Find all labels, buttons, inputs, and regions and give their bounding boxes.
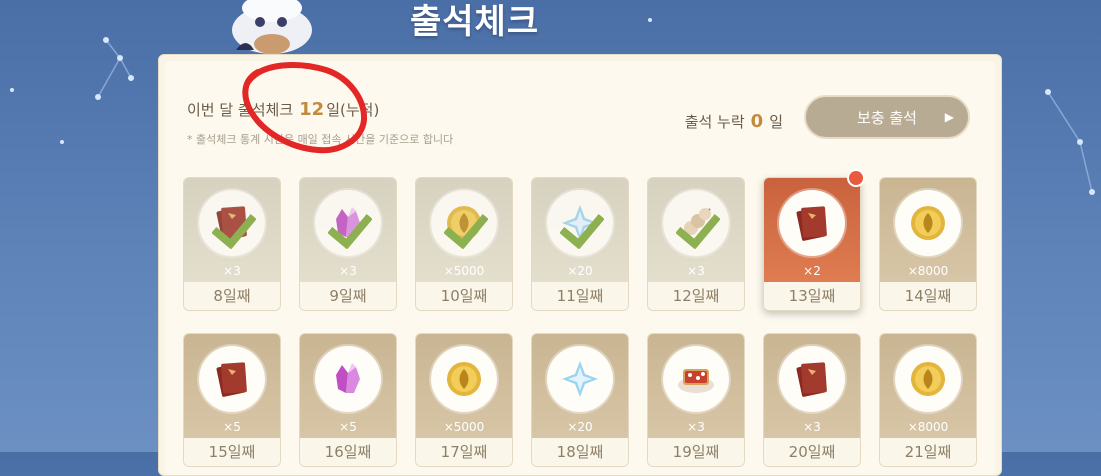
reward-quantity: ×2 <box>803 264 821 278</box>
reward-card[interactable]: ×5000 17일째 <box>415 333 513 467</box>
paimon-mascot <box>232 0 312 54</box>
reward-card-header: ×3 <box>300 178 396 284</box>
attendance-panel-inner: 이번 달 출석체크 12 일(누적) * 출석체크 통계 시간은 매일 접속 시간을… <box>165 61 995 475</box>
statistics-note: * 출석체크 통계 시간은 매일 접속 시간을 기준으로 합니다 <box>187 133 454 146</box>
reward-icon-circle <box>431 346 497 412</box>
hero-wit-book-icon <box>212 359 252 399</box>
count-prefix: 이번 달 출석체크 <box>187 101 294 119</box>
reward-day-label: 12일째 <box>648 282 744 310</box>
reward-card-header: ×3 <box>764 334 860 440</box>
reward-card[interactable]: ×20 11일째 <box>531 177 629 311</box>
reward-quantity: ×8000 <box>907 264 949 278</box>
reward-day-label: 9일째 <box>300 282 396 310</box>
mora-coin-icon <box>908 203 948 243</box>
play-arrow-icon: ▶ <box>944 110 954 124</box>
reward-card-header: ×20 <box>532 334 628 440</box>
reward-card-header: ×20 <box>532 178 628 284</box>
reward-quantity: ×20 <box>567 264 593 278</box>
reward-icon-circle <box>895 346 961 412</box>
reward-card[interactable]: ×3 20일째 <box>763 333 861 467</box>
reward-quantity: ×5000 <box>443 420 485 434</box>
reward-card[interactable]: ×3 19일째 <box>647 333 745 467</box>
today-notification-dot <box>847 169 865 187</box>
hero-wit-book-icon <box>792 359 832 399</box>
reward-card-header: ×2 <box>764 178 860 284</box>
mora-coin-icon <box>444 359 484 399</box>
reward-day-label: 15일째 <box>184 438 280 466</box>
hero-wit-book-icon <box>792 203 832 243</box>
reward-quantity: ×3 <box>223 264 241 278</box>
reward-card-header: ×8000 <box>880 178 976 284</box>
reward-icon-circle <box>663 346 729 412</box>
missed-count: 출석 누락 0 일 <box>685 111 783 132</box>
reward-card[interactable]: ×5 16일째 <box>299 333 397 467</box>
reward-card[interactable]: ×5 15일째 <box>183 333 281 467</box>
reward-card[interactable]: ×3 9일째 <box>299 177 397 311</box>
reward-day-label: 11일째 <box>532 282 628 310</box>
reward-card[interactable]: ×2 13일째 <box>763 177 861 311</box>
count-suffix: 일(누적) <box>326 101 380 119</box>
reward-icon-circle <box>547 346 613 412</box>
reward-card[interactable]: ×5000 10일째 <box>415 177 513 311</box>
reward-icon-circle <box>199 346 265 412</box>
reward-day-label: 8일째 <box>184 282 280 310</box>
reward-card-header: ×5000 <box>416 178 512 284</box>
reward-quantity: ×5 <box>339 420 357 434</box>
reward-day-label: 17일째 <box>416 438 512 466</box>
reward-icon-circle <box>315 190 381 256</box>
reward-icon-circle <box>199 190 265 256</box>
reward-icon-circle <box>315 346 381 412</box>
missed-suffix: 일 <box>769 113 783 131</box>
reward-card[interactable]: ×8000 21일째 <box>879 333 977 467</box>
makeup-checkin-label: 보충 출석 <box>857 108 917 127</box>
page-title: 출석체크 <box>410 2 540 42</box>
reward-quantity: ×3 <box>803 420 821 434</box>
reward-day-label: 18일째 <box>532 438 628 466</box>
mora-coin-icon <box>908 359 948 399</box>
attendance-panel: 이번 달 출석체크 12 일(누적) * 출석체크 통계 시간은 매일 접속 시간을… <box>158 54 1002 476</box>
reward-card[interactable]: ×3 12일째 <box>647 177 745 311</box>
reward-quantity: ×3 <box>687 420 705 434</box>
reward-day-label: 16일째 <box>300 438 396 466</box>
reward-card-header: ×3 <box>648 334 744 440</box>
count-value: 12 <box>299 99 325 120</box>
reward-icon-circle <box>779 346 845 412</box>
reward-card[interactable]: ×20 18일째 <box>531 333 629 467</box>
missed-prefix: 출석 누락 <box>684 113 745 131</box>
reward-day-label: 20일째 <box>764 438 860 466</box>
reward-card-header: ×8000 <box>880 334 976 440</box>
monthly-checkin-count: 이번 달 출석체크 12 일(누적) <box>187 99 379 120</box>
reward-icon-circle <box>779 190 845 256</box>
reward-card-header: ×5000 <box>416 334 512 440</box>
reward-icon-circle <box>895 190 961 256</box>
reward-card-header: ×5 <box>184 334 280 440</box>
reward-icon-circle <box>431 190 497 256</box>
reward-card-header: ×3 <box>648 178 744 284</box>
reward-card[interactable]: ×8000 14일째 <box>879 177 977 311</box>
reward-card[interactable]: ×3 8일째 <box>183 177 281 311</box>
reward-quantity: ×5 <box>223 420 241 434</box>
missed-value: 0 <box>750 111 764 132</box>
reward-day-label: 13일째 <box>764 282 860 310</box>
reward-card-header: ×3 <box>184 178 280 284</box>
reward-icon-circle <box>663 190 729 256</box>
reward-quantity: ×3 <box>339 264 357 278</box>
reward-day-label: 10일째 <box>416 282 512 310</box>
primogem-icon <box>560 359 600 399</box>
makeup-checkin-button[interactable]: 보충 출석 ▶ <box>804 95 970 139</box>
reward-day-label: 14일째 <box>880 282 976 310</box>
crystal-icon <box>328 359 368 399</box>
reward-card-header: ×5 <box>300 334 396 440</box>
reward-quantity: ×3 <box>687 264 705 278</box>
reward-day-label: 21일째 <box>880 438 976 466</box>
reward-icon-circle <box>547 190 613 256</box>
reward-day-label: 19일째 <box>648 438 744 466</box>
reward-quantity: ×5000 <box>443 264 485 278</box>
pizza-dish-icon <box>676 359 716 399</box>
reward-quantity: ×8000 <box>907 420 949 434</box>
reward-quantity: ×20 <box>567 420 593 434</box>
